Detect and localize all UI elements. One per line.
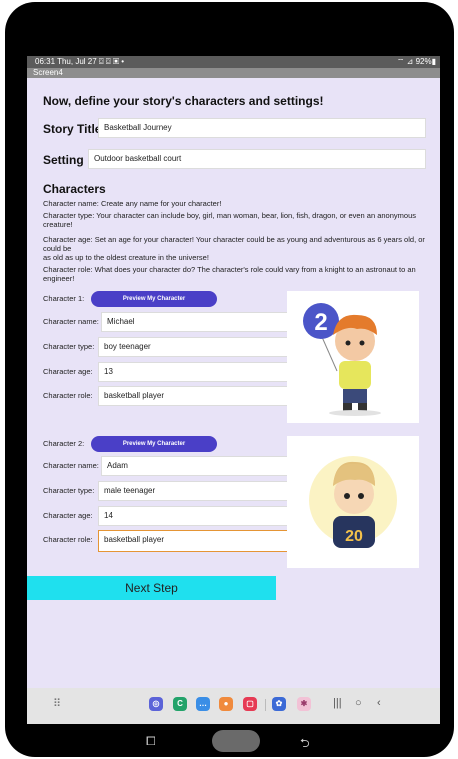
char1-role-label: Character role:	[43, 391, 93, 400]
char1-type-input[interactable]: boy teenager	[98, 337, 289, 357]
char1-role-input[interactable]: basketball player	[98, 386, 289, 406]
jersey-number: 20	[345, 528, 363, 545]
page-heading: Now, define your story's characters and …	[43, 94, 324, 108]
char2-role-label: Character role:	[43, 535, 93, 544]
status-bar: 06:31 Thu, Jul 27 ⌼ ⌼ ▣ • ⌔ ⊿ 92%▮	[27, 56, 440, 68]
char1-preview-image: 2	[287, 291, 419, 423]
app-screen: Now, define your story's characters and …	[27, 78, 440, 724]
samsung-internet-icon[interactable]: ◎	[149, 697, 163, 711]
setting-input[interactable]: Outdoor basketball court	[88, 149, 426, 169]
char2-preview-image: 20	[287, 436, 419, 568]
desc-age: Character age: Set an age for your chara…	[43, 235, 433, 262]
char2-preview-button[interactable]: Preview My Character	[91, 436, 217, 452]
desc-age-line1: Character age: Set an age for your chara…	[43, 235, 425, 253]
balloon-number: 2	[314, 309, 327, 336]
back-icon[interactable]: ‹	[377, 697, 381, 709]
hardware-recents-icon[interactable]: ⧠	[146, 734, 156, 749]
char2-age-label: Character age:	[43, 511, 93, 520]
status-time: 06:31 Thu, Jul 27 ⌼ ⌼ ▣ •	[35, 57, 125, 66]
char1-name-label: Character name:	[43, 317, 99, 326]
desc-age-line2: as old as up to the oldest creature in t…	[43, 253, 209, 262]
char1-name-input[interactable]: Michael	[101, 312, 289, 332]
status-indicators: ⌔ ⊿ 92%▮	[396, 57, 436, 66]
home-icon[interactable]: ○	[355, 697, 362, 709]
taskbar: ⠿ ◎ C … ● ▢ ✿ ✱ ||| ○ ‹	[27, 688, 440, 724]
char2-name-label: Character name:	[43, 461, 99, 470]
apps-grid-icon[interactable]: ⠿	[53, 697, 61, 710]
char2-age-input[interactable]: 14	[98, 506, 289, 526]
desc-role: Character role: What does your character…	[43, 265, 416, 283]
char2-type-input[interactable]: male teenager	[98, 481, 289, 501]
char1-age-input[interactable]: 13	[98, 362, 289, 382]
contacts-icon[interactable]: ●	[219, 697, 233, 711]
char2-type-label: Character type:	[43, 486, 95, 495]
dock-divider	[265, 699, 266, 711]
hardware-home-button[interactable]	[212, 730, 260, 752]
desc-type: Character type: Your character can inclu…	[43, 211, 416, 229]
char1-header: Character 1:	[43, 294, 85, 303]
screen-title: Screen4	[33, 68, 63, 77]
char2-header: Character 2:	[43, 439, 85, 448]
story-title-input[interactable]: Basketball Journey	[98, 118, 426, 138]
story-title-label: Story Title	[43, 122, 102, 136]
camera-app-icon[interactable]: C	[173, 697, 187, 711]
char1-age-label: Character age:	[43, 367, 93, 376]
hardware-back-icon[interactable]: ⮌	[300, 734, 310, 755]
characters-heading: Characters	[43, 182, 106, 196]
char1-type-label: Character type:	[43, 342, 95, 351]
messages-icon[interactable]: …	[196, 697, 210, 711]
app-title-bar: Screen4	[27, 68, 440, 78]
settings-icon[interactable]: ✿	[272, 697, 286, 711]
galaxy-store-icon[interactable]: ✱	[297, 697, 311, 711]
char1-preview-button[interactable]: Preview My Character	[91, 291, 217, 307]
screen-recorder-icon[interactable]: ▢	[243, 697, 257, 711]
recent-apps-icon[interactable]: |||	[333, 697, 342, 709]
next-step-button[interactable]: Next Step	[27, 576, 276, 600]
setting-label: Setting	[43, 153, 84, 167]
char2-role-input[interactable]: basketball player	[98, 530, 289, 552]
desc-name: Character name: Create any name for your…	[43, 199, 222, 208]
char2-name-input[interactable]: Adam	[101, 456, 289, 476]
